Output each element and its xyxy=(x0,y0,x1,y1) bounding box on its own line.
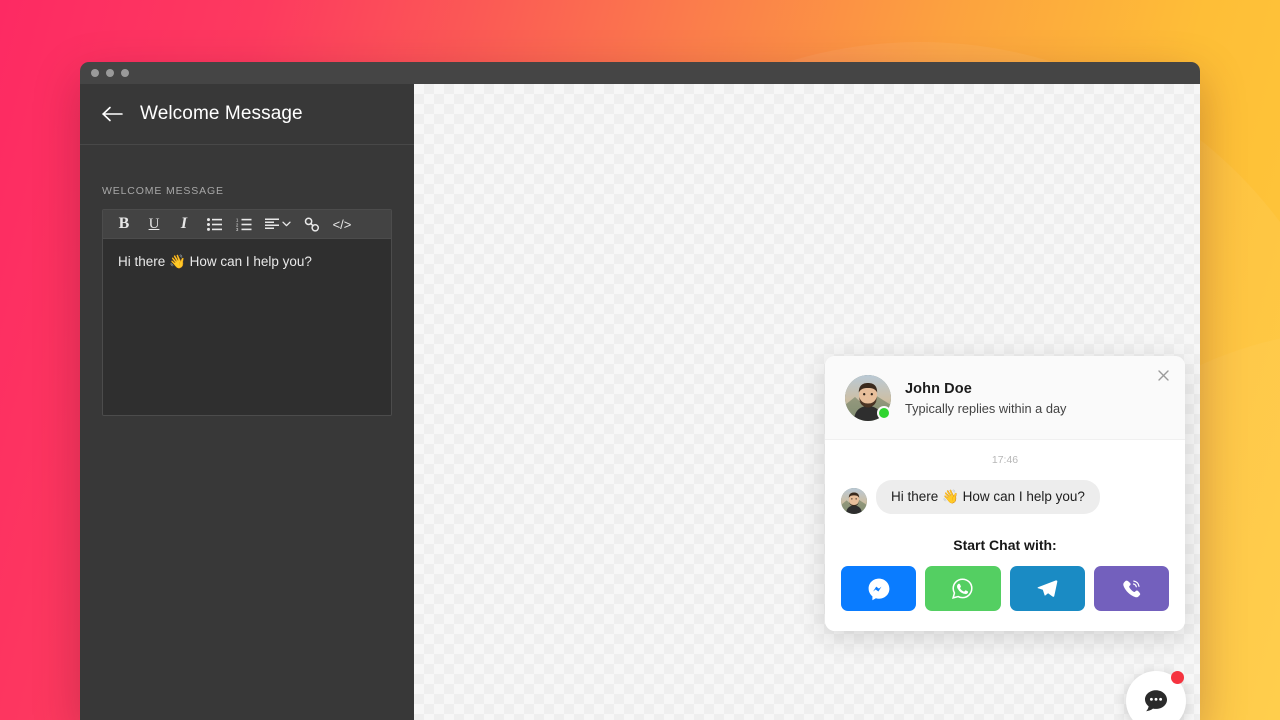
chat-bubble-icon xyxy=(1145,690,1167,712)
code-icon[interactable]: </> xyxy=(327,211,357,237)
chat-widget-footer: Start Chat with: xyxy=(825,524,1185,631)
window-zoom-dot[interactable] xyxy=(121,69,129,77)
close-icon[interactable] xyxy=(1153,365,1173,385)
page-title: Welcome Message xyxy=(140,103,303,124)
numbered-list-icon[interactable]: 1 2 3 xyxy=(229,211,259,237)
window-titlebar xyxy=(80,62,1200,84)
italic-icon[interactable]: I xyxy=(169,211,199,237)
messenger-icon xyxy=(868,578,890,600)
app-background: Welcome Message WELCOME MESSAGE B U I 1 … xyxy=(0,0,1280,720)
editor-toolbar: B U I 1 2 3 </> xyxy=(103,210,391,239)
chat-widget-preview: John Doe Typically replies within a day … xyxy=(825,356,1185,631)
telegram-icon xyxy=(1037,580,1057,597)
window-minimize-dot[interactable] xyxy=(106,69,114,77)
preview-canvas: John Doe Typically replies within a day … xyxy=(414,84,1200,720)
sidebar-header: Welcome Message xyxy=(80,84,414,145)
channel-button-whatsapp[interactable] xyxy=(925,566,1001,611)
browser-window: Welcome Message WELCOME MESSAGE B U I 1 … xyxy=(80,62,1200,720)
message-bubble: Hi there 👋 How can I help you? xyxy=(876,480,1100,514)
align-left-icon[interactable] xyxy=(259,218,297,230)
message-avatar xyxy=(841,488,867,514)
notification-badge xyxy=(1171,671,1184,684)
bullet-list-icon[interactable] xyxy=(199,211,229,237)
chat-widget-body: 17:46 Hi there 👋 How can I help you? xyxy=(825,440,1185,524)
sidebar-content: WELCOME MESSAGE B U I 1 2 3 </> Hi there… xyxy=(80,145,414,416)
chevron-down-icon xyxy=(282,221,291,227)
agent-name: John Doe xyxy=(905,380,972,397)
message-timestamp: 17:46 xyxy=(991,454,1019,466)
welcome-message-field-label: WELCOME MESSAGE xyxy=(102,185,224,197)
online-status-dot xyxy=(877,406,891,420)
agent-avatar-wrap xyxy=(845,375,891,421)
window-close-dot[interactable] xyxy=(91,69,99,77)
arrow-left-icon[interactable] xyxy=(102,103,124,125)
svg-text:3: 3 xyxy=(236,227,239,231)
rich-text-editor: B U I 1 2 3 </> Hi there 👋 How can I hel… xyxy=(102,209,392,416)
channel-buttons xyxy=(841,566,1169,611)
settings-sidebar: Welcome Message WELCOME MESSAGE B U I 1 … xyxy=(80,84,414,720)
message-row: Hi there 👋 How can I help you? xyxy=(841,480,1169,514)
chat-launcher-button[interactable] xyxy=(1126,671,1186,720)
channel-button-messenger[interactable] xyxy=(841,566,917,611)
viber-icon xyxy=(1123,580,1141,598)
underline-icon[interactable]: U xyxy=(139,211,169,237)
start-chat-label: Start Chat with: xyxy=(953,537,1057,553)
chat-widget-header: John Doe Typically replies within a day xyxy=(825,356,1185,440)
agent-status: Typically replies within a day xyxy=(905,400,1067,416)
channel-button-viber[interactable] xyxy=(1093,566,1169,611)
whatsapp-icon xyxy=(952,578,973,599)
channel-button-telegram[interactable] xyxy=(1009,566,1085,611)
window-body: Welcome Message WELCOME MESSAGE B U I 1 … xyxy=(80,84,1200,720)
welcome-message-input[interactable]: Hi there 👋 How can I help you? xyxy=(103,239,391,415)
bold-icon[interactable]: B xyxy=(109,211,139,237)
agent-info: John Doe Typically replies within a day xyxy=(905,381,1066,416)
link-icon[interactable] xyxy=(297,211,327,237)
